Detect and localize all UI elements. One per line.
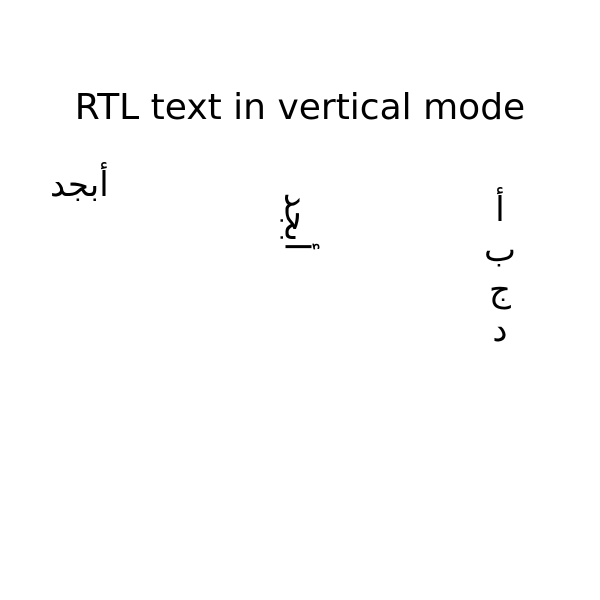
- page-title: RTL text in vertical mode: [74, 87, 526, 128]
- arabic-stacked-letter: د: [492, 310, 508, 350]
- arabic-horizontal-text: أبجد: [50, 165, 109, 205]
- arabic-rotated-text-label: أبجد: [276, 192, 317, 252]
- arabic-rotated-text: أبجد: [268, 187, 324, 257]
- arabic-stacked-letter: ب: [483, 230, 516, 270]
- page: { "title": "RTL text in vertical mode", …: [0, 0, 600, 600]
- arabic-stacked-letter: أ: [495, 190, 505, 230]
- arabic-stacked-letter: ج: [489, 270, 511, 310]
- arabic-stacked-text: أ ب ج د: [478, 190, 522, 350]
